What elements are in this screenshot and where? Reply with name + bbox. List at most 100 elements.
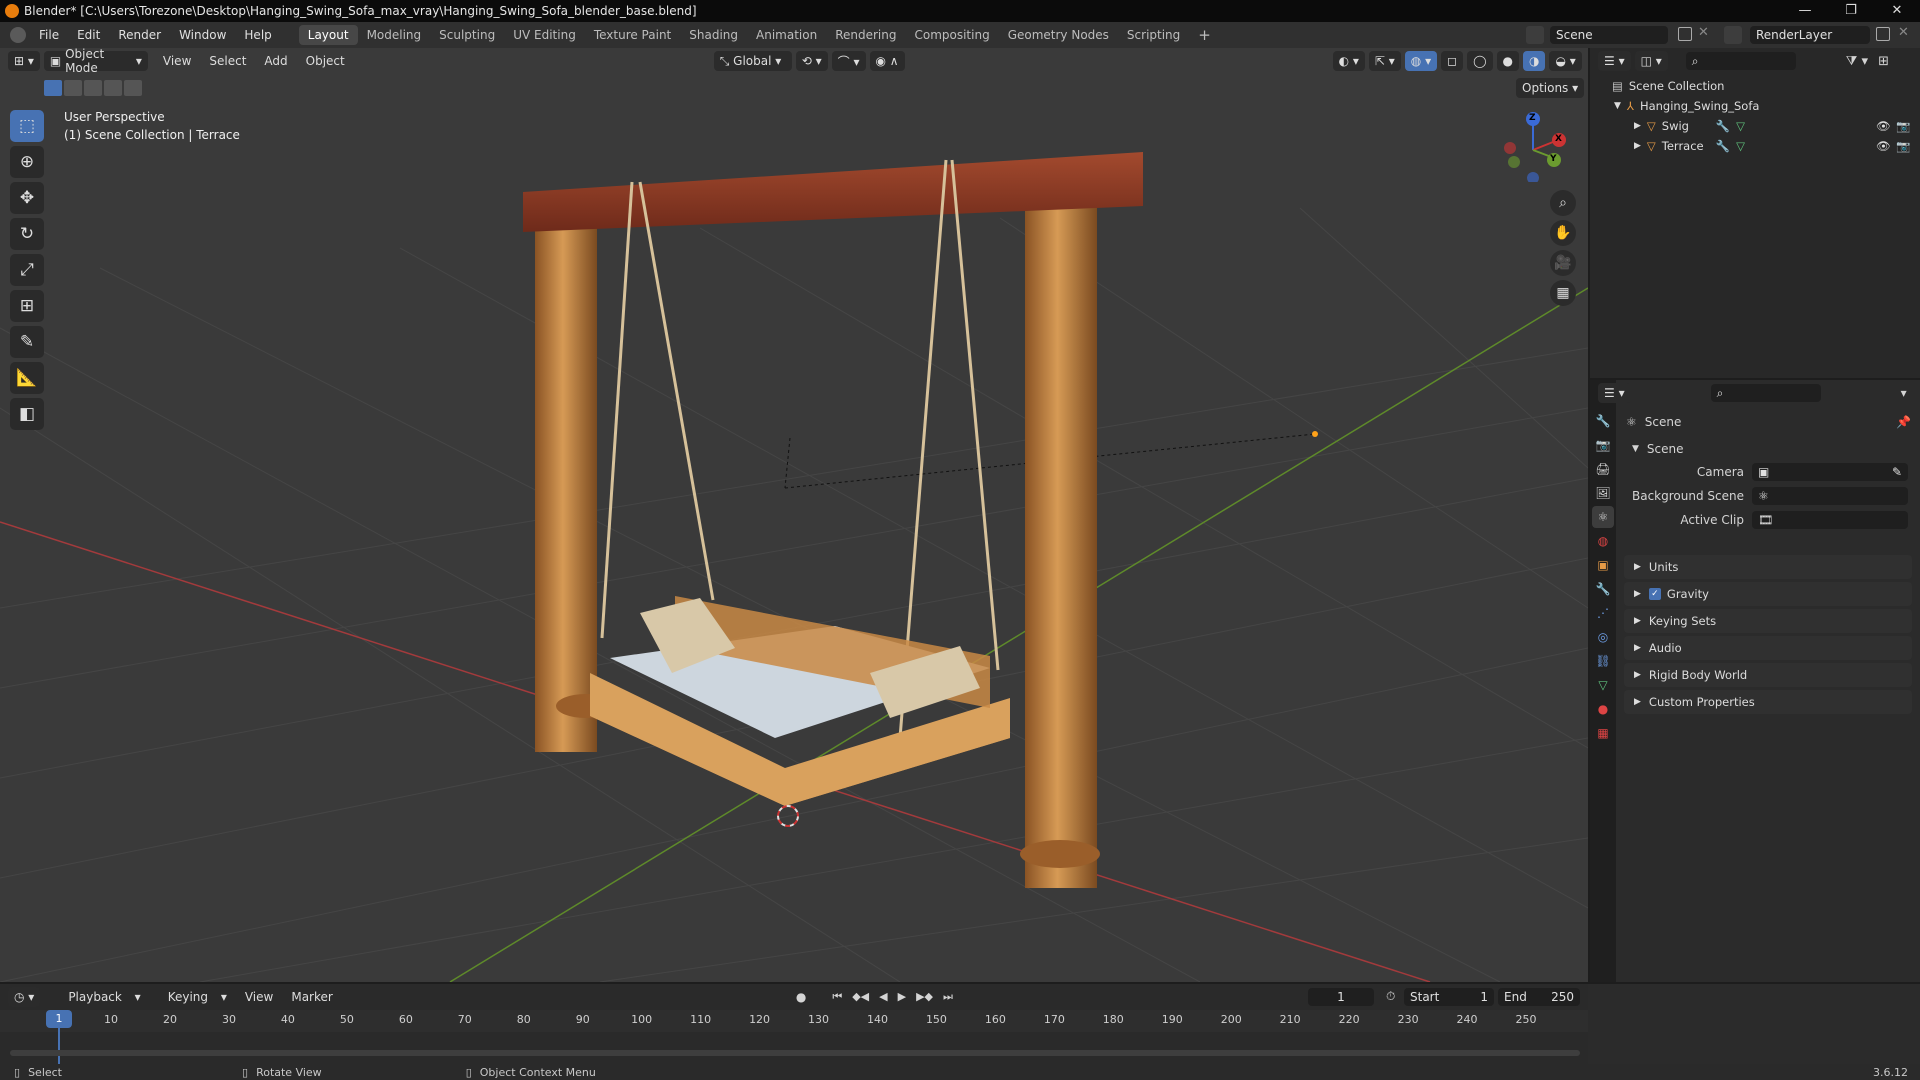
viewport-menu-view[interactable]: View: [154, 54, 200, 68]
tab-sculpting[interactable]: Sculpting: [430, 25, 504, 45]
gravity-checkbox[interactable]: ✓: [1648, 588, 1661, 600]
pin-icon[interactable]: 📌: [1896, 415, 1911, 429]
3d-viewport[interactable]: ⊞ ▾ ▣ Object Mode ▾ View Select Add Obje…: [0, 48, 1588, 982]
eyedropper-icon[interactable]: ✎: [1892, 465, 1902, 479]
prev-keyframe-icon[interactable]: ◆◀: [852, 990, 869, 1004]
rotate-tool-icon[interactable]: ↻: [10, 218, 44, 250]
panel-audio[interactable]: ▶ Audio: [1624, 636, 1912, 660]
tab-texture-paint[interactable]: Texture Paint: [585, 25, 680, 45]
properties-search-input[interactable]: ⌕: [1710, 384, 1821, 402]
world-tab-icon[interactable]: ◍: [1592, 530, 1614, 552]
record-icon[interactable]: ●: [796, 990, 806, 1004]
menu-help[interactable]: Help: [235, 28, 280, 42]
zoom-icon[interactable]: ⌕: [1550, 190, 1576, 216]
tab-shading[interactable]: Shading: [680, 25, 747, 45]
texture-tab-icon[interactable]: ▦: [1592, 722, 1614, 744]
start-frame-field[interactable]: Start 1: [1404, 988, 1494, 1006]
jump-end-icon[interactable]: ⏭: [943, 990, 953, 1004]
annotate-tool-icon[interactable]: ✎: [10, 326, 44, 358]
timeline-menu-view[interactable]: View: [236, 990, 282, 1004]
gizmo-toggle-button[interactable]: ⇱ ▾: [1368, 51, 1401, 71]
play-icon[interactable]: ▶: [898, 990, 906, 1004]
object-mode-dropdown[interactable]: ▣ Object Mode ▾: [43, 48, 148, 75]
tab-uv-editing[interactable]: UV Editing: [504, 25, 585, 45]
active-clip-field[interactable]: 🎞: [1752, 511, 1908, 529]
snap-button[interactable]: ⌒ ▾: [831, 51, 866, 71]
current-frame-field[interactable]: 1: [1308, 988, 1374, 1006]
timeline-editor-type-icon[interactable]: ◷ ▾: [8, 987, 41, 1007]
renderlayer-browse-icon[interactable]: [1724, 26, 1742, 44]
blender-menu-icon[interactable]: [10, 27, 26, 43]
expand-right-icon[interactable]: ▶: [1634, 121, 1641, 131]
timeline-scrollbar[interactable]: [10, 1050, 1580, 1056]
delete-renderlayer-icon[interactable]: ✕: [1898, 25, 1909, 40]
transform-tool-icon[interactable]: ⊞: [10, 290, 44, 322]
panel-keying-sets[interactable]: ▶ Keying Sets: [1624, 609, 1912, 633]
select-intersect-icon[interactable]: [124, 80, 142, 96]
pan-hand-icon[interactable]: ✋: [1550, 220, 1576, 246]
close-button[interactable]: ✕: [1874, 0, 1920, 22]
menu-edit[interactable]: Edit: [68, 28, 109, 42]
scale-tool-icon[interactable]: ⤢: [10, 254, 44, 286]
perspective-toggle-icon[interactable]: ▦: [1550, 280, 1576, 306]
timeline-menu-marker[interactable]: Marker: [282, 990, 341, 1004]
cursor-tool-icon[interactable]: ⊕: [10, 146, 44, 178]
panel-units[interactable]: ▶ Units: [1624, 555, 1912, 579]
view-layer-tab-icon[interactable]: 🖼: [1592, 482, 1614, 504]
measure-tool-icon[interactable]: 📐: [10, 362, 44, 394]
render-camera-icon[interactable]: 📷: [1896, 139, 1910, 153]
output-tab-icon[interactable]: 🖨: [1592, 458, 1614, 480]
overlay-toggle-button[interactable]: ◍ ▾: [1404, 51, 1438, 71]
tab-animation[interactable]: Animation: [747, 25, 826, 45]
menu-render[interactable]: Render: [109, 28, 170, 42]
select-extend-icon[interactable]: [64, 80, 82, 96]
select-invert-icon[interactable]: [104, 80, 122, 96]
outliner-row-collection[interactable]: ▼ ⅄ Hanging_Swing_Sofa: [1590, 96, 1920, 116]
new-scene-icon[interactable]: [1678, 27, 1692, 41]
frame-ruler[interactable]: 1102030405060708090100110120130140150160…: [0, 1010, 1588, 1032]
outliner-editor-type-icon[interactable]: ☰ ▾: [1598, 51, 1631, 71]
renderlayer-name-field[interactable]: RenderLayer: [1750, 26, 1870, 44]
tab-rendering[interactable]: Rendering: [826, 25, 905, 45]
xray-button[interactable]: ◻: [1441, 51, 1464, 71]
menu-window[interactable]: Window: [170, 28, 235, 42]
outliner-search-input[interactable]: ⌕: [1685, 52, 1796, 70]
camera-view-icon[interactable]: 🎥: [1550, 250, 1576, 276]
next-keyframe-icon[interactable]: ▶◆: [916, 990, 933, 1004]
tab-compositing[interactable]: Compositing: [905, 25, 998, 45]
outliner-row-scene-collection[interactable]: ▤ Scene Collection: [1590, 76, 1920, 96]
scene-tab-icon[interactable]: ⚛: [1592, 506, 1614, 528]
panel-custom-properties[interactable]: ▶ Custom Properties: [1624, 690, 1912, 714]
outliner-row-object[interactable]: ▶ ▽ Terrace 🔧 ▽ 👁 📷: [1590, 136, 1920, 156]
minimize-button[interactable]: —: [1782, 0, 1828, 22]
tab-geometry-nodes[interactable]: Geometry Nodes: [999, 25, 1118, 45]
display-mode-icon[interactable]: ◫ ▾: [1634, 51, 1668, 71]
visibility-eye-icon[interactable]: 👁: [1876, 119, 1891, 133]
tab-modeling[interactable]: Modeling: [358, 25, 431, 45]
proportional-edit-button[interactable]: ◉ ∧: [869, 51, 905, 71]
shading-wireframe-button[interactable]: ◯: [1467, 51, 1493, 71]
render-tab-icon[interactable]: 📷: [1592, 434, 1614, 456]
viewport-menu-select[interactable]: Select: [200, 54, 255, 68]
tab-scripting[interactable]: Scripting: [1118, 25, 1189, 45]
playhead[interactable]: 1: [46, 1010, 72, 1028]
editor-type-button[interactable]: ⊞ ▾: [8, 51, 40, 71]
pivot-point-button[interactable]: ⟲ ▾: [795, 51, 828, 71]
play-reverse-icon[interactable]: ◀: [879, 990, 887, 1004]
expand-right-icon[interactable]: ▶: [1634, 141, 1641, 151]
panel-rigid-body-world[interactable]: ▶ Rigid Body World: [1624, 663, 1912, 687]
visibility-eye-icon[interactable]: 👁: [1876, 139, 1891, 153]
visibility-button[interactable]: ◐ ▾: [1332, 51, 1365, 71]
maximize-button[interactable]: ❐: [1828, 0, 1874, 22]
timeline-menu-playback[interactable]: Playback ▾: [50, 990, 149, 1004]
light-object[interactable]: [1312, 431, 1318, 437]
add-workspace-button[interactable]: +: [1189, 25, 1220, 45]
filter-icon[interactable]: ⧩ ▾: [1846, 54, 1868, 69]
viewport-menu-add[interactable]: Add: [255, 54, 296, 68]
scene-section-header[interactable]: ▼ Scene: [1624, 438, 1912, 460]
jump-start-icon[interactable]: ⏮: [832, 990, 842, 1004]
select-new-icon[interactable]: [44, 80, 62, 96]
properties-editor-type-icon[interactable]: ☰ ▾: [1598, 383, 1631, 403]
timeline-menu-keying[interactable]: Keying ▾: [150, 990, 236, 1004]
outliner-row-object[interactable]: ▶ ▽ Swig 🔧 ▽ 👁 📷: [1590, 116, 1920, 136]
